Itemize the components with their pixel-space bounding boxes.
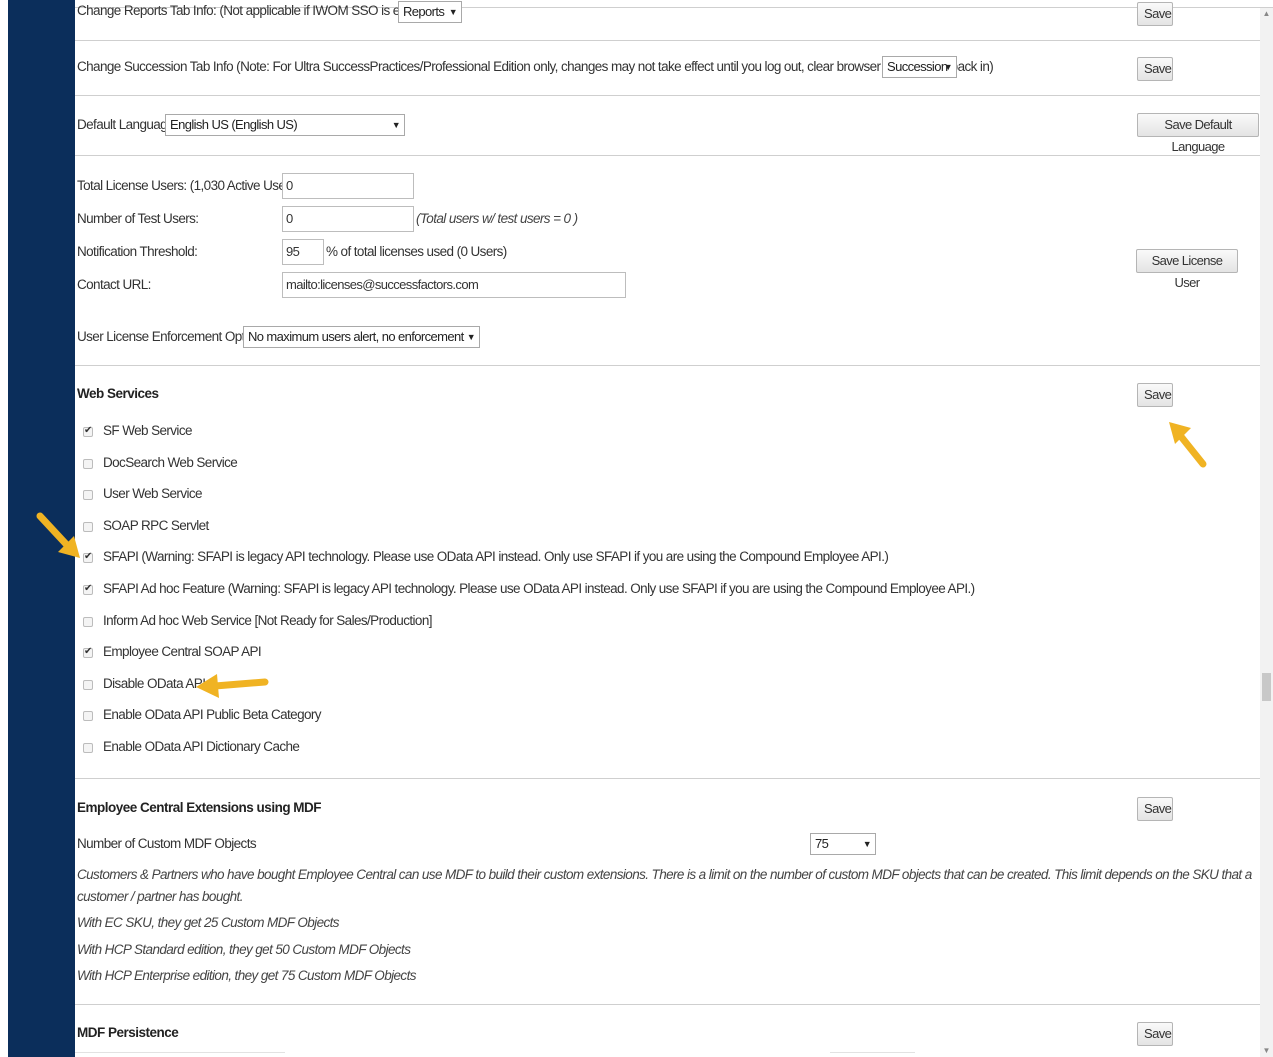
- default-language-label: Default Language:: [77, 117, 178, 132]
- field-edge: [830, 1052, 915, 1053]
- succession-tab-label: Change Succession Tab Info (Note: For Ul…: [77, 59, 994, 74]
- notification-threshold-note: % of total licenses used (0 Users): [326, 244, 507, 259]
- succession-save-button[interactable]: Save: [1137, 57, 1173, 81]
- chevron-down-icon: ▼: [391, 120, 401, 130]
- succession-tab-select-value: Succession: [887, 59, 948, 74]
- reports-tab-select[interactable]: Reports ▼: [398, 1, 462, 23]
- annotation-arrow-to-save-icon: [1169, 422, 1207, 468]
- web-service-label: DocSearch Web Service: [103, 455, 238, 470]
- web-service-label: SF Web Service: [103, 423, 192, 438]
- web-service-label: SFAPI Ad hoc Feature (Warning: SFAPI is …: [103, 581, 975, 596]
- mdf-note-line2: customer / partner has bought.: [77, 889, 243, 904]
- web-service-label: Enable OData API Dictionary Cache: [103, 739, 300, 754]
- web-service-checkbox[interactable]: [83, 459, 93, 469]
- mdf-objects-label: Number of Custom MDF Objects: [77, 836, 257, 851]
- divider: [75, 1004, 1260, 1005]
- scroll-up-arrow-icon[interactable]: ▲: [1260, 8, 1273, 20]
- chevron-down-icon: ▼: [862, 839, 872, 849]
- chevron-down-icon: ▼: [943, 62, 953, 72]
- test-users-label: Number of Test Users:: [77, 211, 199, 226]
- web-service-checkbox[interactable]: [83, 646, 93, 658]
- scrollbar-thumb[interactable]: [1262, 673, 1271, 701]
- web-service-checkbox[interactable]: [83, 743, 93, 753]
- license-enforcement-select[interactable]: No maximum users alert, no enforcement ▼: [243, 326, 480, 348]
- scroll-down-arrow-icon[interactable]: ▼: [1260, 1045, 1273, 1057]
- divider: [75, 40, 1260, 41]
- save-default-language-button[interactable]: Save Default Language: [1137, 113, 1259, 154]
- total-license-users-input[interactable]: 0: [282, 173, 414, 199]
- web-service-label: SFAPI (Warning: SFAPI is legacy API tech…: [103, 549, 889, 564]
- annotation-arrow-to-sfapi-icon: [36, 512, 80, 558]
- contact-url-label: Contact URL:: [77, 277, 151, 292]
- mdf-objects-select[interactable]: 75 ▼: [810, 833, 876, 855]
- save-license-user-button[interactable]: Save License User: [1136, 249, 1238, 290]
- web-service-checkbox[interactable]: [83, 711, 93, 721]
- web-service-checkbox[interactable]: [83, 617, 93, 627]
- vertical-scrollbar[interactable]: ▲ ▼: [1260, 8, 1273, 1057]
- web-service-checkbox[interactable]: [83, 425, 93, 437]
- mdf-note-line1: Customers & Partners who have bought Emp…: [77, 867, 1252, 882]
- license-enforcement-select-value: No maximum users alert, no enforcement: [248, 329, 464, 344]
- divider: [75, 95, 1260, 96]
- default-language-select[interactable]: English US (English US) ▼: [165, 114, 405, 136]
- web-service-checkbox[interactable]: [83, 490, 93, 500]
- web-service-label: Disable OData API: [103, 676, 206, 691]
- web-service-checkbox[interactable]: [83, 680, 93, 690]
- test-users-input[interactable]: 0: [282, 206, 414, 232]
- default-language-select-value: English US (English US): [170, 117, 298, 132]
- mdf-save-button[interactable]: Save: [1137, 797, 1173, 821]
- divider: [75, 365, 1260, 366]
- succession-tab-select[interactable]: Succession ▼: [882, 56, 957, 78]
- web-service-checkbox[interactable]: [83, 583, 93, 595]
- contact-url-input[interactable]: mailto:licenses@successfactors.com: [282, 272, 626, 298]
- mdf-persistence-title: MDF Persistence: [77, 1025, 179, 1040]
- settings-content: Change Reports Tab Info: (Not applicable…: [75, 0, 1260, 1057]
- mdf-persistence-save-button[interactable]: Save: [1137, 1022, 1173, 1046]
- reports-save-button[interactable]: Save: [1137, 2, 1173, 26]
- mdf-objects-select-value: 75: [815, 836, 829, 851]
- web-service-label: Enable OData API Public Beta Category: [103, 707, 322, 722]
- license-enforcement-label: User License Enforcement Options:: [77, 329, 271, 344]
- total-license-users-label: Total License Users: (1,030 Active User(…: [77, 178, 311, 193]
- web-service-label: SOAP RPC Servlet: [103, 518, 209, 533]
- notification-threshold-input[interactable]: 95: [282, 239, 324, 265]
- web-service-label: Employee Central SOAP API: [103, 644, 262, 659]
- reports-tab-label: Change Reports Tab Info: (Not applicable…: [77, 3, 441, 18]
- chevron-down-icon: ▼: [466, 332, 476, 342]
- mdf-title: Employee Central Extensions using MDF: [77, 800, 322, 815]
- divider: [75, 778, 1260, 779]
- annotation-arrow-to-disable-odata-icon: [196, 674, 269, 698]
- divider: [75, 155, 1260, 156]
- web-services-save-button[interactable]: Save: [1137, 383, 1173, 407]
- mdf-note-hcp-enterprise: With HCP Enterprise edition, they get 75…: [77, 968, 416, 983]
- notification-threshold-label: Notification Threshold:: [77, 244, 198, 259]
- web-service-label: User Web Service: [103, 486, 203, 501]
- web-services-title: Web Services: [77, 386, 159, 401]
- test-users-note: (Total users w/ test users = 0 ): [416, 211, 578, 226]
- chevron-down-icon: ▼: [448, 7, 458, 17]
- mdf-note-ec: With EC SKU, they get 25 Custom MDF Obje…: [77, 915, 340, 930]
- mdf-note-hcp-standard: With HCP Standard edition, they get 50 C…: [77, 942, 411, 957]
- web-service-label: Inform Ad hoc Web Service [Not Ready for…: [103, 613, 432, 628]
- field-edge: [75, 1052, 285, 1053]
- reports-tab-select-value: Reports: [403, 4, 445, 19]
